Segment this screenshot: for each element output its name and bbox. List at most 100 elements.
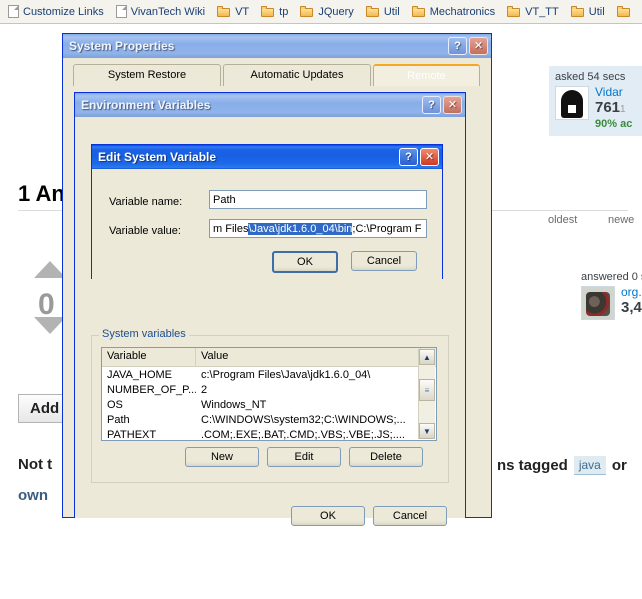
bookmark-vt[interactable]: VT bbox=[212, 4, 254, 20]
column-header-value[interactable]: Value bbox=[196, 348, 421, 366]
bookmark-label: tp bbox=[279, 5, 289, 18]
asked-timestamp: asked 54 secs bbox=[555, 71, 626, 83]
cell-value: .COM;.EXE;.BAT;.CMD;.VBS;.VBE;.JS;.... bbox=[201, 428, 405, 441]
bookmark-label: Util bbox=[383, 5, 400, 18]
document-icon bbox=[115, 5, 127, 18]
bookmark-vt-tt[interactable]: VT_TT bbox=[502, 4, 564, 20]
answered-timestamp: answered 0 se bbox=[581, 271, 642, 283]
folder-icon bbox=[300, 5, 314, 18]
column-header-variable[interactable]: Variable bbox=[102, 348, 196, 366]
tab-strip[interactable]: System Restore Automatic Updates Remote bbox=[73, 64, 480, 86]
help-icon[interactable]: ? bbox=[448, 37, 467, 55]
ok-button[interactable]: OK bbox=[291, 506, 365, 526]
tab-system-restore[interactable]: System Restore bbox=[73, 64, 221, 86]
bookmark-label: VivanTech Wiki bbox=[130, 5, 206, 18]
cell-variable: JAVA_HOME bbox=[107, 368, 172, 381]
list-header: Variable Value bbox=[102, 348, 436, 367]
bookmark-label: Util bbox=[588, 5, 605, 18]
environment-variables-titlebar[interactable]: Environment Variables ? ✕ bbox=[75, 93, 465, 117]
asked-user-reputation: 761 bbox=[595, 99, 621, 116]
folder-icon bbox=[261, 5, 275, 18]
close-icon[interactable]: ✕ bbox=[469, 37, 488, 55]
avatar[interactable] bbox=[581, 286, 615, 320]
bookmark-overflow[interactable] bbox=[612, 4, 636, 20]
edit-button[interactable]: Edit bbox=[267, 447, 341, 467]
ok-button[interactable]: OK bbox=[272, 251, 338, 273]
tab-remote[interactable]: Remote bbox=[373, 64, 480, 86]
variable-value-selected-text: \Java\jdk1.6.0_04\bin bbox=[248, 222, 353, 235]
bookmark-jquery[interactable]: JQuery bbox=[295, 4, 358, 20]
cell-variable: NUMBER_OF_P... bbox=[107, 383, 196, 396]
bookmark-mechatronics[interactable]: Mechatronics bbox=[407, 4, 500, 20]
bookmark-label: VT_TT bbox=[525, 5, 559, 18]
folder-icon bbox=[616, 5, 631, 18]
list-scrollbar[interactable]: ▲ ≡ ▼ bbox=[418, 349, 435, 439]
asked-user-card: asked 54 secs Vidar 7611 90% ac bbox=[549, 66, 642, 136]
new-button[interactable]: New bbox=[185, 447, 259, 467]
not-the-answer-text: Not t bbox=[18, 456, 53, 473]
window-title: System Properties bbox=[69, 39, 175, 53]
folder-icon bbox=[507, 5, 521, 18]
asked-user-name[interactable]: Vidar bbox=[595, 86, 632, 99]
bookmark-util-2[interactable]: Util bbox=[566, 4, 610, 20]
help-icon[interactable]: ? bbox=[422, 96, 441, 114]
folder-icon bbox=[365, 5, 380, 18]
document-icon bbox=[8, 5, 19, 18]
delete-button[interactable]: Delete bbox=[349, 447, 423, 467]
cell-variable: PATHEXT bbox=[107, 428, 157, 441]
folder-icon bbox=[411, 5, 426, 18]
sort-tab-oldest[interactable]: oldest bbox=[548, 214, 577, 226]
tagged-label: ns tagged bbox=[497, 457, 568, 474]
scroll-down-icon[interactable]: ▼ bbox=[419, 423, 435, 439]
scrollbar-thumb[interactable]: ≡ bbox=[419, 379, 435, 401]
edit-system-variable-dialog[interactable]: Edit System Variable ? ✕ Variable name: … bbox=[91, 144, 443, 280]
folder-icon bbox=[570, 5, 585, 18]
bookmarks-bar[interactable]: Customize Links VivanTech Wiki VT tp JQu… bbox=[0, 0, 642, 24]
variable-value-prefix: m Files bbox=[213, 222, 249, 235]
table-row[interactable]: Path C:\WINDOWS\system32;C:\WINDOWS;... bbox=[102, 412, 436, 427]
close-icon[interactable]: ✕ bbox=[443, 96, 462, 114]
window-title: Environment Variables bbox=[81, 98, 211, 112]
cell-variable: OS bbox=[107, 398, 123, 411]
window-title: Edit System Variable bbox=[98, 150, 217, 164]
table-row[interactable]: PATHEXT .COM;.EXE;.BAT;.CMD;.VBS;.VBE;.J… bbox=[102, 427, 436, 441]
variable-name-label: Variable name: bbox=[109, 196, 183, 208]
bookmark-label: Customize Links bbox=[23, 5, 104, 18]
ask-own-question-link[interactable]: own bbox=[18, 487, 48, 504]
edit-system-variable-body: Variable name: Path Variable value: m Fi… bbox=[92, 169, 442, 280]
table-row[interactable]: OS Windows_NT bbox=[102, 397, 436, 412]
tagged-line: ns tagged java or bbox=[497, 456, 627, 475]
folder-icon bbox=[217, 5, 231, 18]
bookmark-customize-links[interactable]: Customize Links bbox=[3, 3, 109, 20]
cancel-button[interactable]: Cancel bbox=[373, 506, 447, 526]
edit-system-variable-titlebar[interactable]: Edit System Variable ? ✕ bbox=[92, 145, 442, 169]
answers-heading: 1 An bbox=[18, 181, 65, 206]
badge-count: 1 bbox=[620, 104, 626, 115]
or-label: or bbox=[611, 457, 627, 474]
variable-value-input[interactable]: m Files \Java\jdk1.6.0_04\bin ;C:\Program … bbox=[209, 219, 427, 238]
bookmark-tp[interactable]: tp bbox=[256, 4, 293, 20]
table-row[interactable]: NUMBER_OF_P... 2 bbox=[102, 382, 436, 397]
bookmark-label: JQuery bbox=[318, 5, 354, 18]
cancel-button[interactable]: Cancel bbox=[351, 251, 417, 271]
cell-value: C:\WINDOWS\system32;C:\WINDOWS;... bbox=[201, 413, 406, 426]
avatar[interactable] bbox=[555, 86, 589, 120]
tag-java[interactable]: java bbox=[573, 456, 606, 475]
help-icon[interactable]: ? bbox=[399, 148, 418, 166]
system-variables-list[interactable]: Variable Value JAVA_HOME c:\Program File… bbox=[101, 347, 437, 441]
close-icon[interactable]: ✕ bbox=[420, 148, 439, 166]
tab-automatic-updates[interactable]: Automatic Updates bbox=[223, 64, 371, 86]
bookmark-vivantech-wiki[interactable]: VivanTech Wiki bbox=[111, 3, 210, 20]
table-row[interactable]: JAVA_HOME c:\Program Files\Java\jdk1.6.0… bbox=[102, 367, 436, 382]
bookmark-label: Mechatronics bbox=[429, 5, 496, 18]
variable-name-input[interactable]: Path bbox=[209, 190, 427, 209]
variable-name-value: Path bbox=[213, 193, 236, 206]
scroll-up-icon[interactable]: ▲ bbox=[419, 349, 435, 365]
variable-value-label: Variable value: bbox=[109, 225, 181, 237]
bookmark-label: VT bbox=[235, 5, 250, 18]
answered-user-name[interactable]: org.life.j bbox=[621, 286, 642, 299]
system-variables-group-label: System variables bbox=[99, 328, 189, 340]
system-properties-titlebar[interactable]: System Properties ? ✕ bbox=[63, 34, 491, 58]
sort-tab-newest[interactable]: newe bbox=[608, 214, 634, 226]
bookmark-util[interactable]: Util bbox=[361, 4, 405, 20]
